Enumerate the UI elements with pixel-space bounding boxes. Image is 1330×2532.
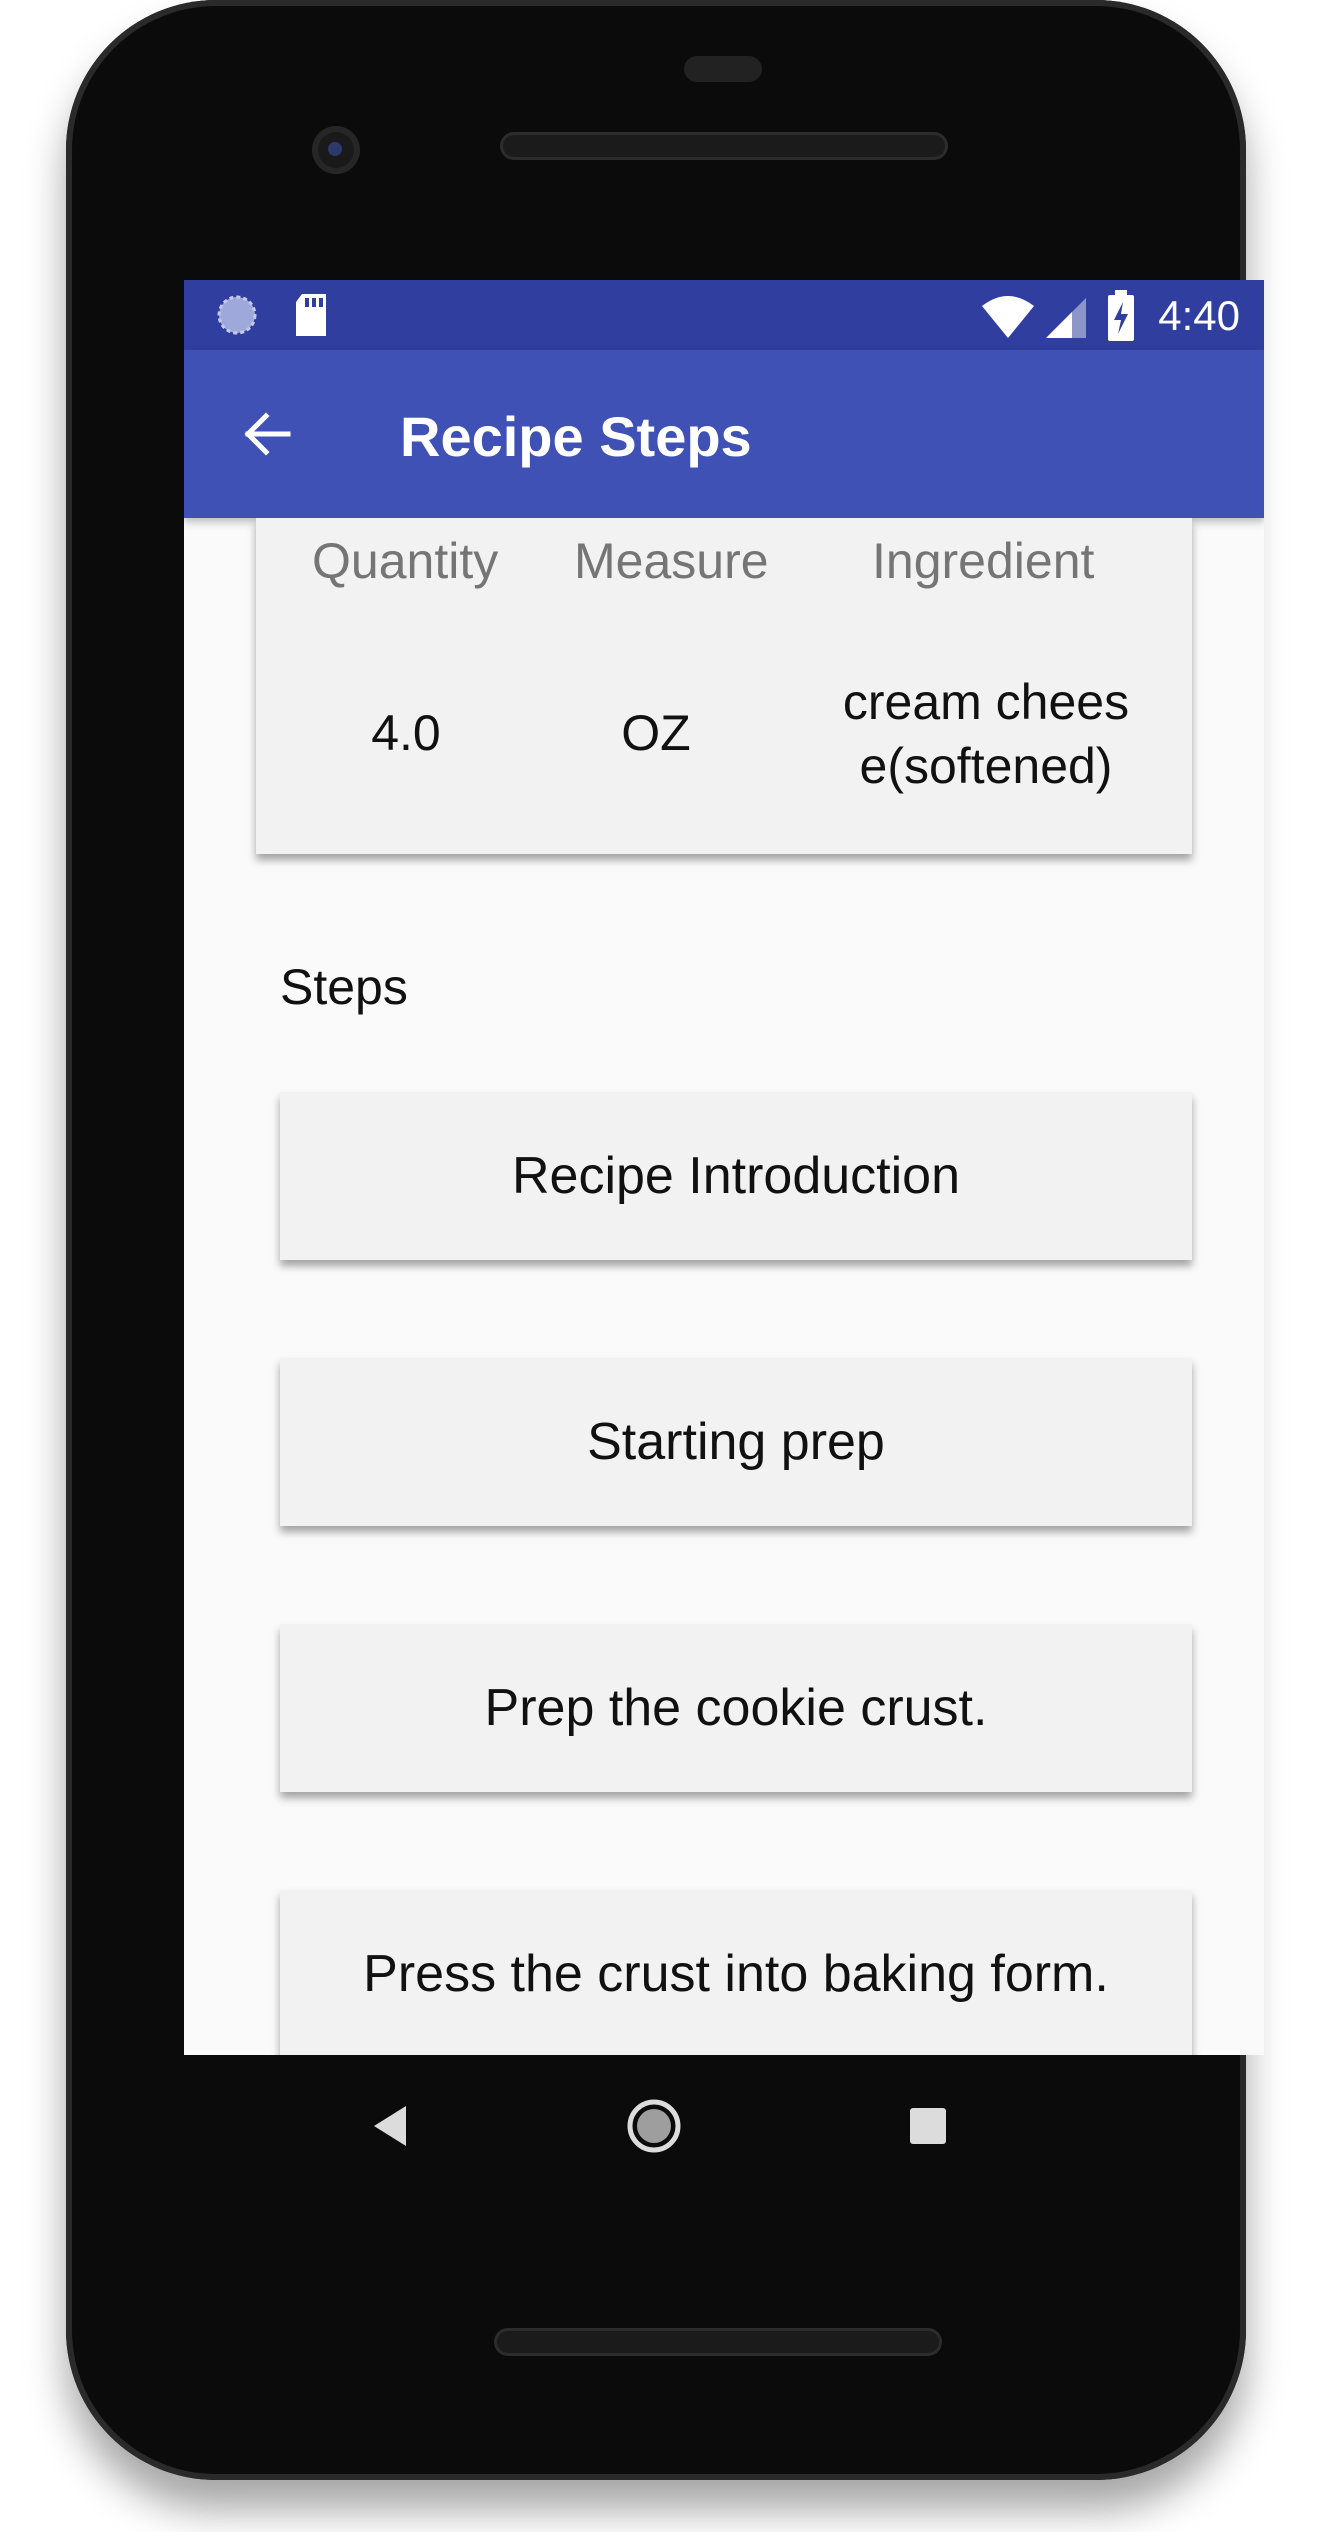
bottom-speaker	[494, 2328, 942, 2356]
circle-progress-icon	[217, 295, 257, 335]
status-time: 4:40	[1158, 292, 1240, 339]
battery-charging-icon	[1108, 290, 1134, 341]
back-triangle-icon[interactable]	[370, 2104, 410, 2148]
step-button-recipe-introduction[interactable]: Recipe Introduction	[280, 1092, 1192, 1260]
ingredient-line-2: e(softened)	[859, 738, 1113, 794]
signal-icon	[1046, 298, 1086, 338]
screen: 4:40 Recipe Steps Quantity Measure Ingre…	[184, 280, 1264, 2055]
earpiece-speaker	[500, 132, 948, 160]
status-bar: 4:40	[184, 280, 1264, 350]
page-title: Recipe Steps	[400, 405, 752, 468]
header-quantity: Quantity	[312, 533, 499, 589]
sensor-slot	[684, 56, 762, 82]
ingredients-card: Quantity Measure Ingredient 4.0 OZ cream…	[256, 518, 1192, 854]
front-camera	[312, 126, 360, 174]
recipe-content[interactable]: Quantity Measure Ingredient 4.0 OZ cream…	[184, 518, 1264, 2055]
ingredient-line-1: cream chees	[842, 674, 1130, 730]
arrow-back-icon[interactable]	[240, 408, 292, 460]
phone-frame: 4:40 Recipe Steps Quantity Measure Ingre…	[66, 0, 1264, 2480]
recents-square-icon[interactable]	[908, 2106, 948, 2146]
header-ingredient: Ingredient	[872, 533, 1095, 589]
wifi-icon	[982, 296, 1034, 338]
step-button-starting-prep[interactable]: Starting prep	[280, 1358, 1192, 1526]
step-button-press-crust[interactable]: Press the crust into baking form.	[280, 1890, 1192, 2055]
cell-ingredient: cream chees e(softened)	[796, 670, 1176, 798]
steps-heading: Steps	[280, 959, 408, 1015]
header-measure: Measure	[574, 533, 769, 589]
sd-card-icon	[296, 294, 326, 336]
cell-measure: OZ	[621, 705, 691, 761]
app-bar: Recipe Steps	[184, 350, 1264, 518]
home-circle-icon[interactable]	[626, 2098, 682, 2154]
step-button-prep-cookie-crust[interactable]: Prep the cookie crust.	[280, 1624, 1192, 1792]
cell-quantity: 4.0	[371, 705, 441, 761]
